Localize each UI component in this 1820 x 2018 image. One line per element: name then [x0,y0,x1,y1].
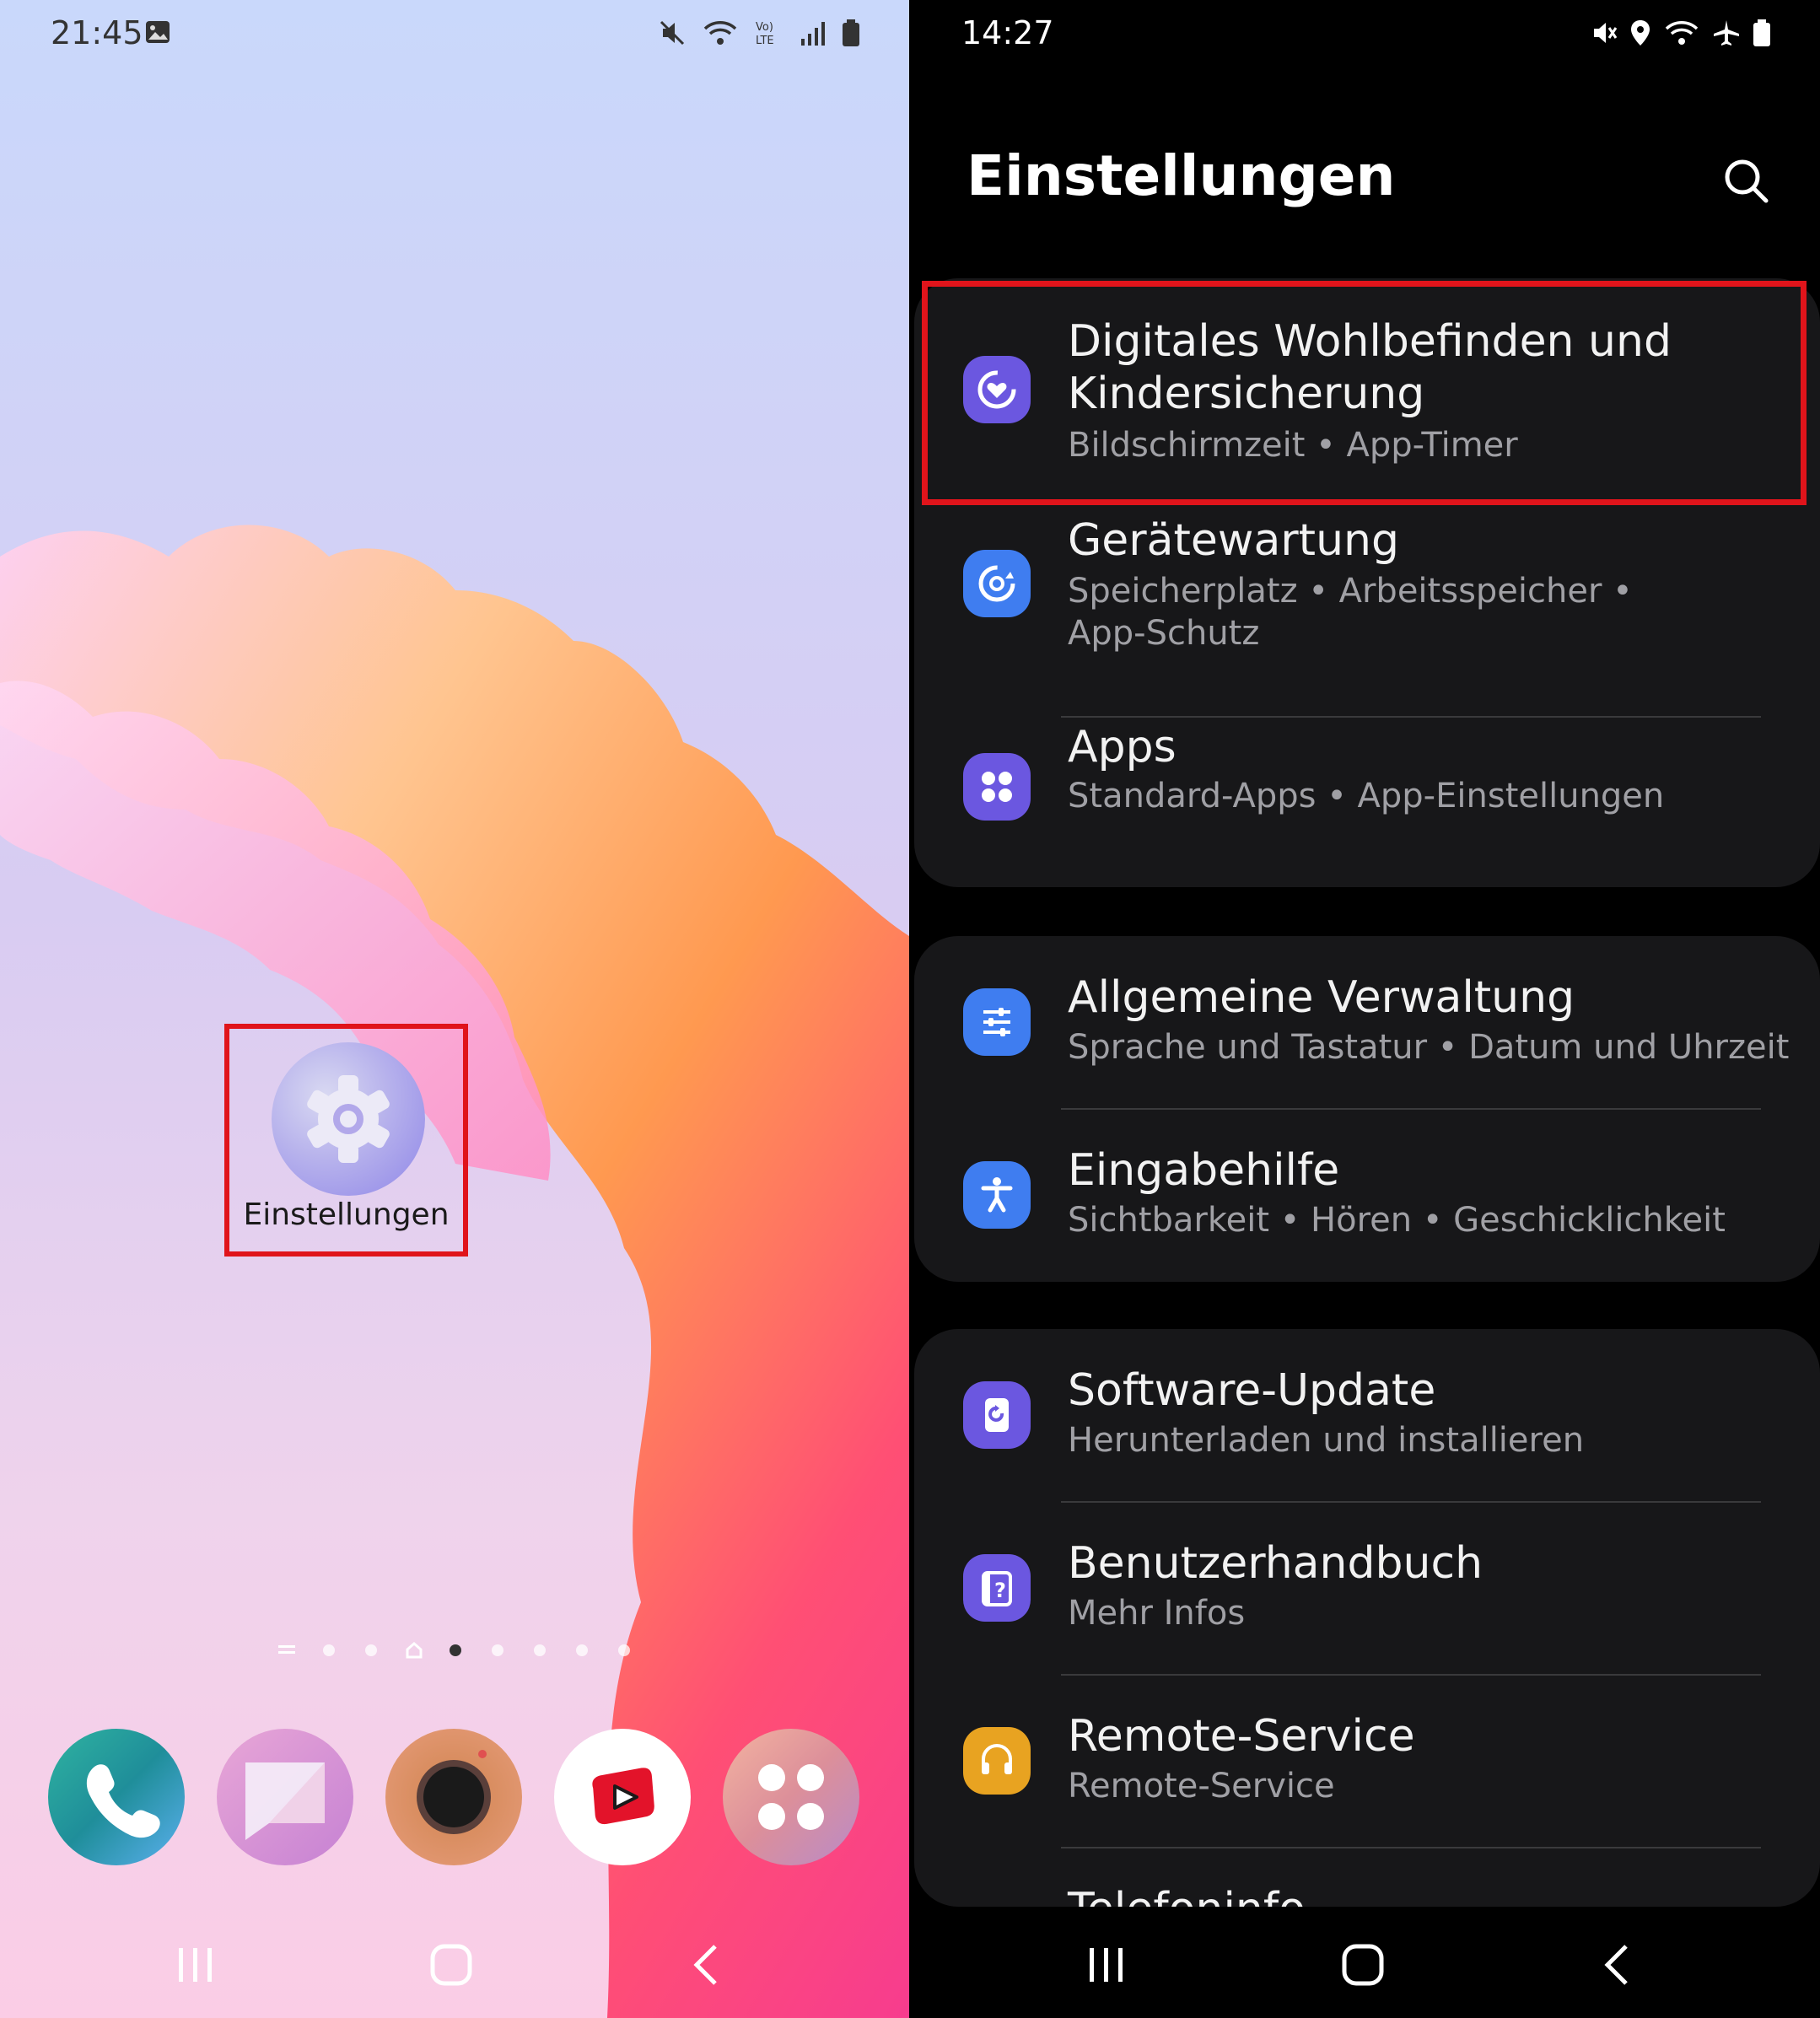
search-icon[interactable] [1720,155,1771,206]
settings-item-subtitle: Herunterladen und installieren [1068,1421,1585,1460]
settings-item-general-management[interactable]: Allgemeine Verwaltung Sprache und Tastat… [914,936,1820,1109]
settings-item-subtitle: Remote-Service [1068,1767,1335,1805]
accessibility-icon [963,1161,1031,1229]
phone-icon [86,1764,160,1838]
airplane-icon [1714,20,1739,46]
device-care-icon [963,550,1031,617]
settings-group-3: Software-Update Herunterladen und instal… [914,1329,1820,1907]
back-icon[interactable] [1592,1940,1643,1990]
divider [1061,1674,1761,1676]
wifi-icon [703,21,737,45]
svg-text:Vo): Vo) [756,21,773,34]
settings-item-title: Apps [1068,722,1177,772]
camera-icon [417,1750,491,1834]
page-dot-active[interactable] [450,1644,461,1656]
settings-item-apps[interactable]: Apps Standard-Apps • App-Einstellungen [914,718,1820,887]
settings-item-subtitle: Speicherplatz • Arbeitsspeicher • [1068,572,1633,611]
settings-item-accessibility[interactable]: Eingabehilfe Sichtbarkeit • Hören • Gesc… [914,1109,1820,1282]
youtube-app-icon[interactable] [554,1729,691,1865]
page-dot[interactable] [492,1644,503,1656]
page-dot[interactable] [365,1644,377,1656]
highlight-box [224,1024,468,1257]
gallery-icon [146,21,170,43]
home-page-icon[interactable] [405,1641,423,1660]
menu-page-icon [278,1645,295,1654]
messages-icon [245,1762,325,1840]
status-time: 21:45 [51,14,143,51]
battery-icon [1753,19,1770,46]
highlight-box [922,281,1807,505]
divider [1061,1501,1761,1503]
divider [1061,1108,1761,1110]
page-title: Einstellungen [967,143,1396,208]
page-dot[interactable] [576,1644,588,1656]
signal-icon [801,22,825,46]
apps-icon [963,753,1031,821]
settings-item-title: Benutzerhandbuch [1068,1538,1483,1589]
back-icon[interactable] [681,1940,732,1990]
settings-item-subtitle: Mehr Infos [1068,1594,1246,1633]
volte-icon: Vo)LTE [756,21,774,47]
home-screen: 21:45 Vo) LTE Einstellungen [0,0,909,2018]
status-time: 14:27 [961,14,1054,51]
page-dot[interactable] [618,1644,630,1656]
page-dot[interactable] [323,1644,335,1656]
update-icon [963,1381,1031,1449]
phone-app-icon[interactable] [48,1729,185,1865]
settings-item-title: Gerätewartung [1068,515,1399,566]
divider [1061,716,1761,718]
battery-icon [843,19,859,46]
apps-folder-app-icon[interactable] [723,1729,859,1865]
camera-app-icon[interactable] [385,1729,522,1865]
settings-item-title: Allgemeine Verwaltung [1068,972,1575,1023]
headset-icon [963,1727,1031,1795]
settings-item-user-manual[interactable]: ? Benutzerhandbuch Mehr Infos [914,1502,1820,1675]
settings-item-remote-service[interactable]: Remote-Service Remote-Service [914,1675,1820,1848]
apps-folder-icon [758,1764,824,1830]
status-bar: 21:45 Vo) LTE [51,12,860,54]
status-bar: 14:27 [961,12,1771,54]
settings-item-subtitle: Sichtbarkeit • Hören • Geschicklichkeit [1068,1201,1726,1240]
home-icon[interactable] [1338,1940,1388,1990]
page-dot[interactable] [534,1644,546,1656]
settings-item-title: Software-Update [1068,1365,1436,1416]
settings-item-title: Telefoninfo [1068,1883,1306,1907]
wallpaper-image [0,525,909,2018]
page-indicator [278,1638,633,1663]
settings-item-subtitle: Standard-Apps • App-Einstellungen [1068,777,1665,815]
settings-item-title: Eingabehilfe [1068,1145,1340,1196]
mute-icon [1594,23,1618,43]
divider [1061,1847,1761,1848]
settings-item-software-update[interactable]: Software-Update Herunterladen und instal… [914,1329,1820,1502]
location-icon [1631,20,1650,46]
youtube-icon [592,1768,654,1825]
manual-icon: ? [963,1554,1031,1622]
recents-icon[interactable] [1081,1940,1132,1990]
svg-text:LTE: LTE [756,35,774,47]
sliders-icon [963,988,1031,1056]
home-icon[interactable] [426,1940,477,1990]
settings-item-subtitle: App-Schutz [1068,614,1260,653]
messages-app-icon[interactable] [217,1729,353,1865]
wifi-icon [1665,21,1699,45]
svg-text:?: ? [994,1579,1006,1602]
settings-item-title: Remote-Service [1068,1711,1415,1762]
recents-icon[interactable] [170,1940,221,1990]
settings-item-device-care[interactable]: Gerätewartung Speicherplatz • Arbeitsspe… [914,506,1820,718]
settings-item-phone-info[interactable]: Telefoninfo [914,1848,1820,1907]
mute-icon [660,20,685,46]
settings-item-subtitle: Sprache und Tastatur • Datum und Uhrzeit [1068,1028,1790,1067]
